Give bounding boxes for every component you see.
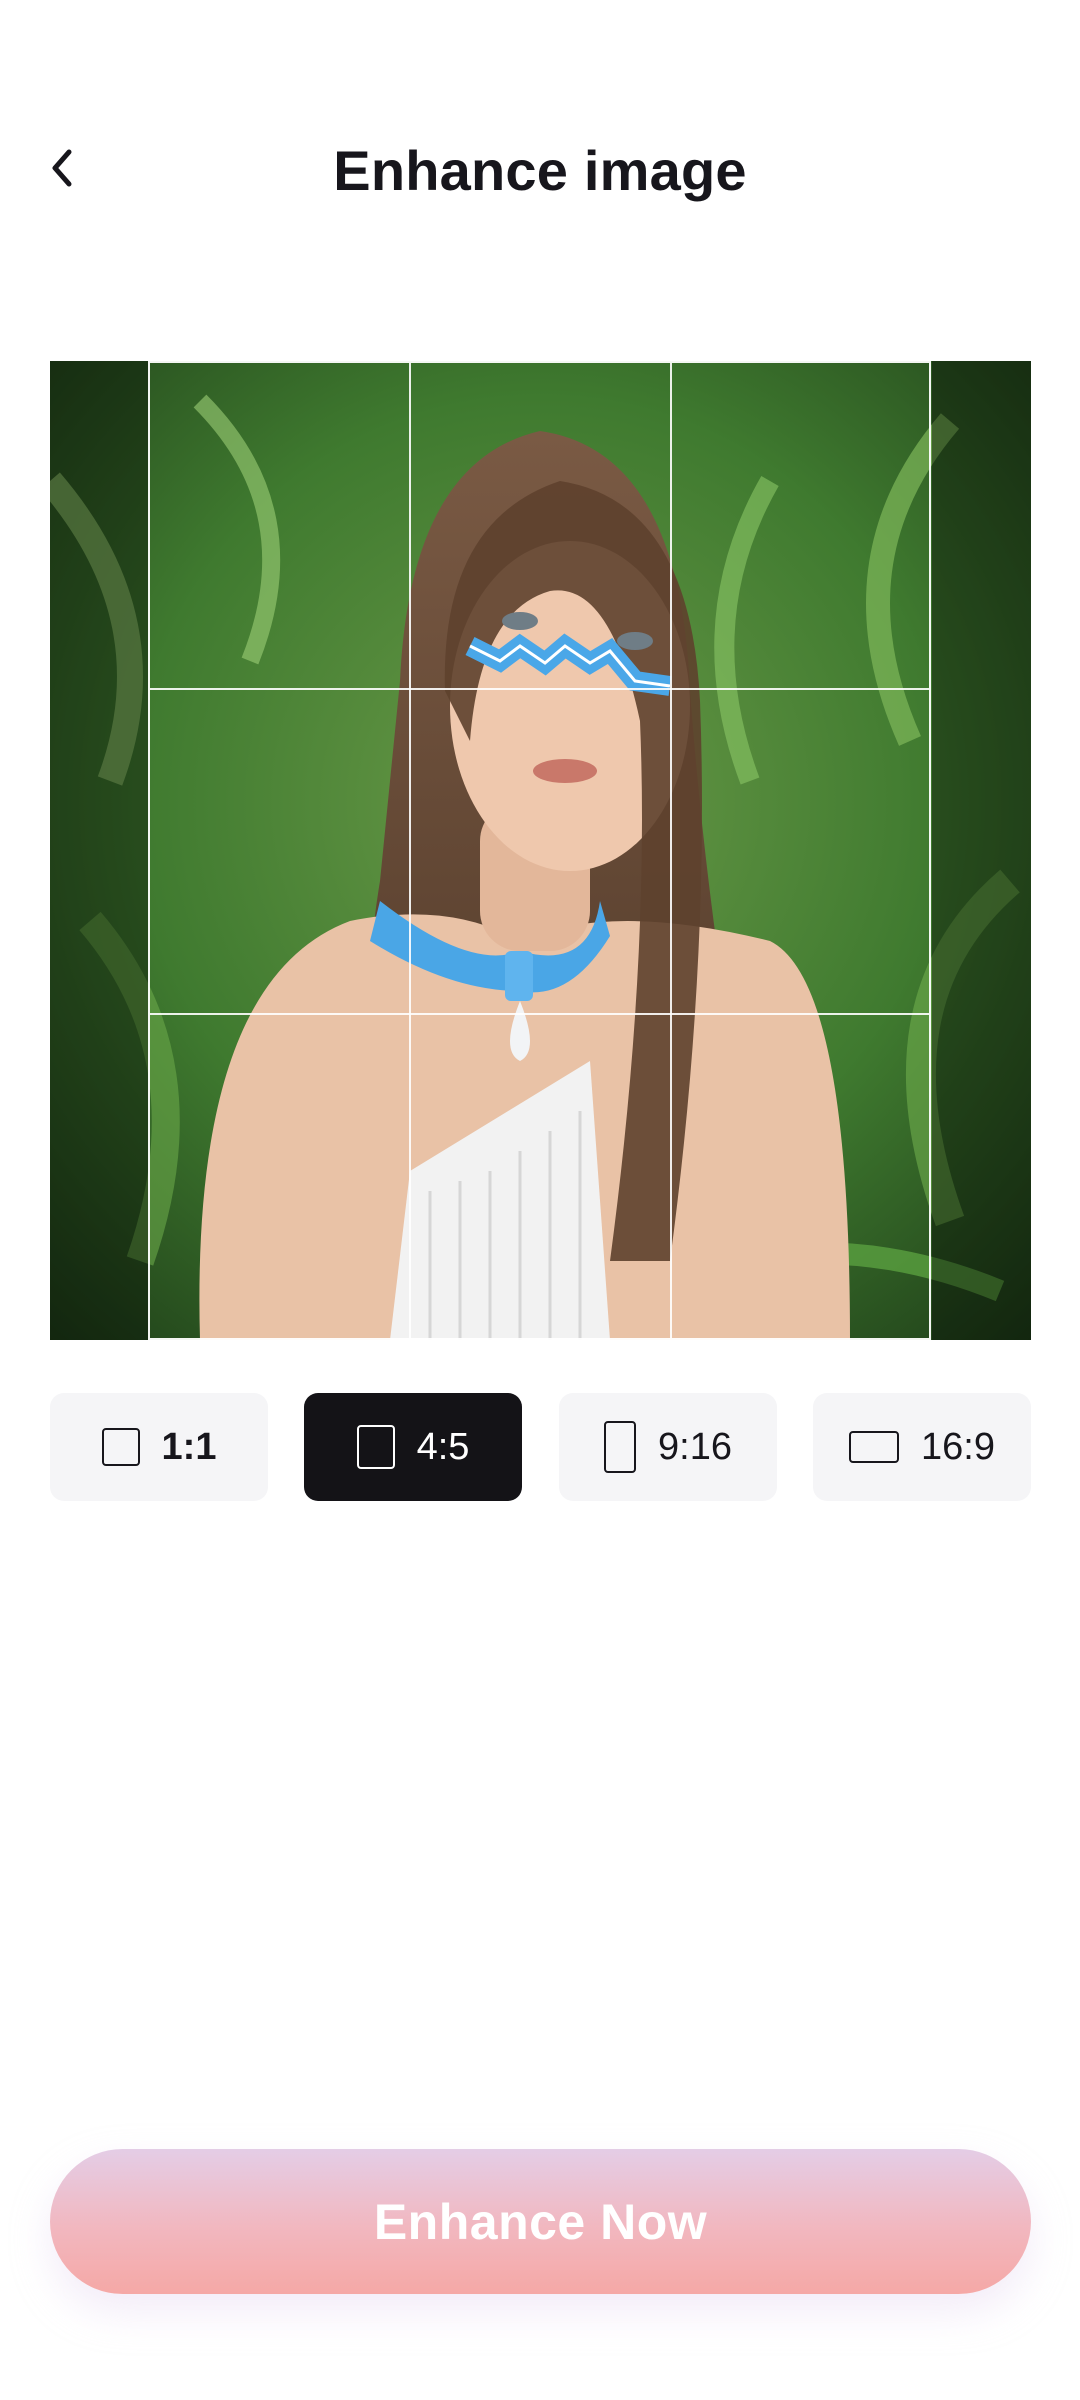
enhance-now-label: Enhance Now	[373, 2193, 708, 2250]
ratio-label: 4:5	[416, 1425, 470, 1468]
crop-frame[interactable]	[148, 361, 931, 1340]
enhance-now-button[interactable]: Enhance Now	[50, 2149, 1031, 2294]
square-icon	[101, 1428, 140, 1466]
crop-dim-left	[50, 361, 148, 1340]
ratio-option-4-5[interactable]: 4:5	[304, 1393, 522, 1501]
image-crop-area[interactable]	[50, 361, 1031, 1340]
ratio-label: 1:1	[161, 1425, 217, 1468]
page-title: Enhance image	[333, 139, 747, 202]
crop-dim-right	[932, 361, 1031, 1340]
ratio-option-1-1[interactable]: 1:1	[50, 1393, 268, 1501]
ratio-label: 9:16	[658, 1425, 732, 1468]
wide-rect-icon	[849, 1431, 900, 1463]
portrait-rect-icon	[356, 1425, 395, 1469]
grid-line-horizontal	[150, 1013, 929, 1015]
ratio-option-16-9[interactable]: 16:9	[813, 1393, 1031, 1501]
grid-line-horizontal	[150, 688, 929, 690]
top-bar: Enhance image	[0, 120, 1080, 230]
tall-rect-icon	[604, 1421, 637, 1473]
aspect-ratio-selector: 1:1 4:5 9:16 16:9	[50, 1393, 1031, 1501]
ratio-option-9-16[interactable]: 9:16	[559, 1393, 777, 1501]
grid-line-vertical	[670, 363, 672, 1338]
ratio-label: 16:9	[921, 1425, 995, 1468]
grid-line-vertical	[409, 363, 411, 1338]
